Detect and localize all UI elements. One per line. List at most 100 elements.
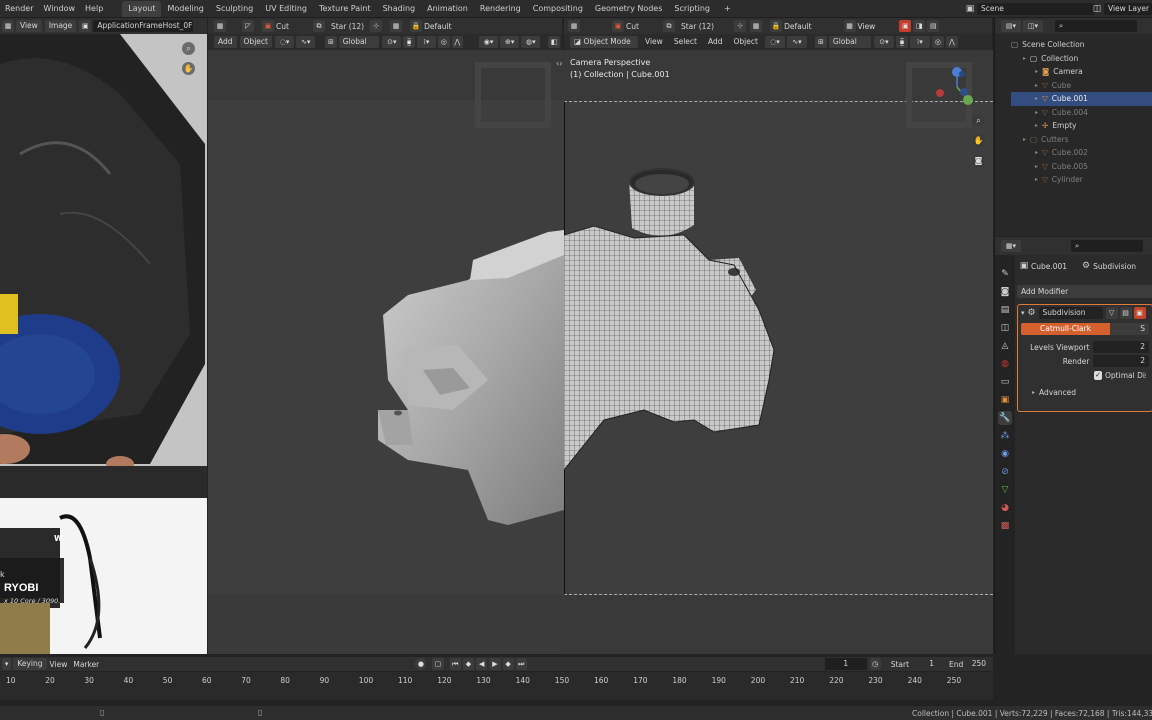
transform-pivot-icon[interactable]: ⊙▾	[382, 36, 402, 48]
prev-keyframe-icon[interactable]: ◆	[462, 658, 475, 670]
editor-type-button-2[interactable]: ▦	[214, 20, 226, 32]
outliner-item-cube[interactable]: ▸ ▽ Cube	[1011, 79, 1152, 93]
particles-tab-icon[interactable]: ⁂	[998, 429, 1012, 443]
tool-settings-icon[interactable]: ◨	[913, 20, 926, 32]
object-tab-icon[interactable]: ▣	[998, 393, 1012, 407]
physics-tab-icon[interactable]: ◉	[998, 447, 1012, 461]
pan-hand-icon[interactable]: ✋	[182, 62, 195, 75]
render-levels-field[interactable]: 2	[1093, 355, 1149, 367]
marker-menu[interactable]: Marker	[73, 660, 99, 669]
optimal-display-checkbox[interactable]: ✓	[1094, 371, 1103, 380]
default-preset-label[interactable]: Default	[424, 22, 451, 31]
snap-icon-2[interactable]: ⊹	[734, 20, 747, 32]
scene-tab-icon[interactable]: ◬	[998, 339, 1012, 353]
editor-type-button-3[interactable]: ▦	[568, 20, 580, 32]
outliner-item-cube-004[interactable]: ▸ ▽ Cube.004	[1011, 106, 1152, 120]
lock-icon-2[interactable]: 🔒	[770, 20, 783, 32]
proportional-icon[interactable]: ◎	[438, 36, 450, 48]
modifier-tab-icon[interactable]: 🔧	[998, 411, 1012, 425]
collection-tab-icon[interactable]: ▭	[998, 375, 1012, 389]
levels-viewport-field[interactable]: 2	[1093, 341, 1149, 353]
keying-set-icon[interactable]: ▢	[432, 658, 444, 670]
default-preset-label-2[interactable]: Default	[784, 22, 811, 31]
record-icon[interactable]: ▣	[899, 20, 912, 32]
next-keyframe-icon[interactable]: ◆	[502, 658, 514, 670]
grid-icon-2[interactable]: ▦	[750, 20, 763, 32]
scene-field[interactable]: Scene	[977, 3, 1095, 15]
outliner-item-cylinder[interactable]: ▸ ▽ Cylinder	[1011, 173, 1152, 187]
record-keyframe-icon[interactable]: ●	[415, 658, 427, 670]
boolean-icon[interactable]: ⧉	[312, 20, 325, 32]
right-object-menu[interactable]: Object	[729, 36, 761, 48]
outliner-item-camera[interactable]: ▸ ◙ Camera	[1011, 65, 1152, 79]
image-view-menu[interactable]: View	[16, 20, 42, 32]
camera-view-icon[interactable]: ◙	[972, 154, 985, 167]
tab-shading[interactable]: Shading	[377, 1, 422, 17]
tab-scripting[interactable]: Scripting	[668, 1, 716, 17]
star-shape-label-2[interactable]: Star (12)	[681, 22, 714, 31]
snap-target-icon[interactable]: ⁞▾	[416, 36, 437, 48]
view-layer-selector[interactable]: ◫ View Layer	[1090, 2, 1152, 16]
snap-icon[interactable]: ⊹	[370, 20, 383, 32]
gizmo-x-axis[interactable]	[936, 89, 944, 97]
start-frame-field[interactable]: 1	[915, 658, 938, 670]
add-modifier-dropdown[interactable]: Add Modifier	[1017, 285, 1152, 298]
play-reverse-icon[interactable]: ◀	[476, 658, 488, 670]
tab-animation[interactable]: Animation	[421, 1, 474, 17]
navigation-gizmo[interactable]	[934, 64, 980, 110]
view-icon[interactable]: ▦	[843, 20, 856, 32]
expand-arrow-icon[interactable]: ▸	[1035, 146, 1038, 160]
keying-menu[interactable]: Keying	[13, 658, 47, 670]
gizmo-icon[interactable]: ⊕▾	[500, 36, 520, 48]
collapse-toggle-icon[interactable]: ‹›	[556, 59, 562, 68]
view-layer-field[interactable]: View Layer	[1104, 3, 1152, 15]
properties-editor-type[interactable]: ▦▾	[1001, 240, 1021, 252]
tab-modeling[interactable]: Modeling	[161, 1, 209, 17]
transform-pivot-icon-2[interactable]: ⊙▾	[873, 36, 894, 48]
timeline-playback-dropdown[interactable]: ▾	[2, 658, 12, 670]
cut-mode-icon-2[interactable]: ▣	[612, 20, 624, 32]
render-toggle-icon[interactable]: ▣	[1133, 307, 1146, 319]
curve-icon-2[interactable]: ∿▾	[786, 36, 807, 48]
scene-selector[interactable]: ▣ Scene	[963, 2, 1098, 16]
view-layer-tab-icon[interactable]: ◫	[998, 321, 1012, 335]
snap-toggle-icon-2[interactable]: ⧯	[895, 36, 908, 48]
simple-button[interactable]: S	[1110, 323, 1149, 335]
jump-end-icon[interactable]: ⏭	[515, 658, 527, 670]
expand-arrow-icon[interactable]: ▸	[1035, 160, 1038, 174]
world-tab-icon[interactable]: ◍	[998, 357, 1012, 371]
scene-collection-row[interactable]: ▢ Scene Collection	[1011, 38, 1152, 52]
expand-arrow-icon[interactable]: ▸	[1035, 173, 1038, 187]
left-global-dropdown[interactable]: Global	[338, 36, 380, 48]
render-tab-icon[interactable]: ◙	[998, 285, 1012, 299]
lock-icon[interactable]: 🔒	[410, 20, 423, 32]
tab-compositing[interactable]: Compositing	[527, 1, 589, 17]
material-tab-icon[interactable]: ◕	[998, 501, 1012, 515]
overlay-icon[interactable]: ◍▾	[521, 36, 541, 48]
current-frame-field[interactable]: 1	[824, 658, 867, 670]
pan-hand-icon-2[interactable]: ✋	[972, 134, 985, 147]
falloff-icon[interactable]: ⋀	[451, 36, 464, 48]
catmull-clark-button[interactable]: Catmull-Clark	[1021, 323, 1111, 335]
view-label[interactable]: View	[858, 22, 876, 31]
output-tab-icon[interactable]: ▤	[998, 303, 1012, 317]
viewport-toggle-icon[interactable]: ▤	[1119, 307, 1132, 319]
knife-tool-icon[interactable]: ◸	[242, 20, 254, 32]
tab-sculpting[interactable]: Sculpting	[210, 1, 259, 17]
tool-tab-icon[interactable]: ✎	[998, 267, 1012, 281]
editmode-toggle-icon[interactable]: ▽	[1105, 307, 1118, 319]
menu-render[interactable]: Render	[0, 4, 38, 13]
image-menu[interactable]: Image	[44, 20, 77, 32]
properties-search[interactable]: ⌕	[1071, 240, 1143, 252]
image-filename[interactable]: ApplicationFrameHost_0FmS	[93, 20, 194, 32]
pivot-icon[interactable]: ◌▾	[274, 36, 295, 48]
tab-uv-editing[interactable]: UV Editing	[259, 1, 313, 17]
outliner-display-mode[interactable]: ◫▾	[1023, 20, 1043, 32]
menu-window[interactable]: Window	[38, 4, 80, 13]
falloff-icon-2[interactable]: ⋀	[945, 36, 958, 48]
timeline-view-menu[interactable]: View	[50, 660, 68, 669]
left-add-menu[interactable]: Add	[214, 36, 237, 48]
tab-geometry-nodes[interactable]: Geometry Nodes	[589, 1, 668, 17]
left-object-menu[interactable]: Object	[239, 36, 272, 48]
expand-arrow-icon[interactable]: ▸	[1023, 52, 1026, 66]
